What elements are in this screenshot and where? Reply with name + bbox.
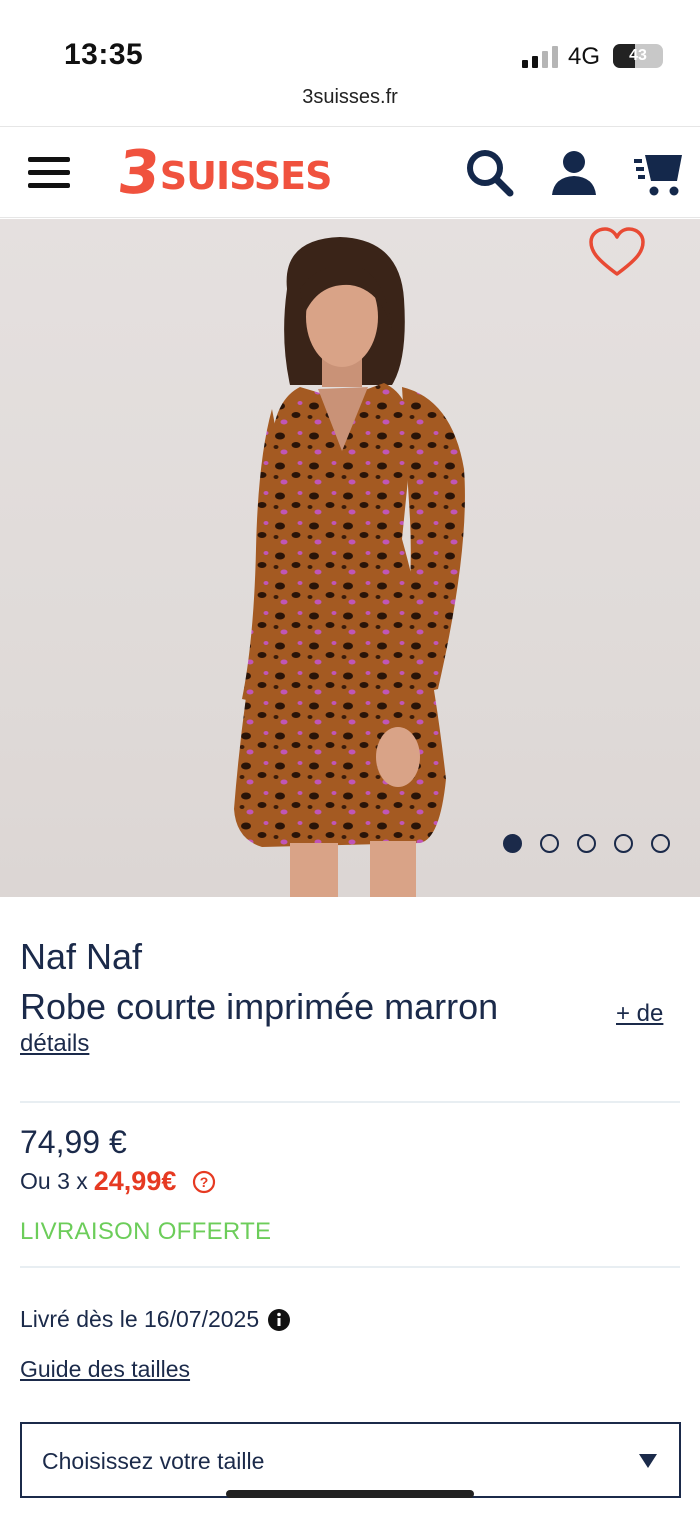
product-brand[interactable]: Naf Naf [20,936,142,978]
size-guide-link[interactable]: Guide des tailles [20,1356,190,1383]
model-photo [234,237,465,897]
installment-offer: Ou 3 x 24,99€ ? [20,1166,216,1197]
product-title: Robe courte imprimée marron [20,986,499,1027]
installment-amount: 24,99€ [93,1166,177,1196]
home-indicator[interactable] [226,1490,474,1498]
divider [20,1101,680,1103]
more-details-link[interactable]: + de [616,1000,663,1028]
chevron-down-icon [639,1454,657,1468]
status-time: 13:35 [64,38,144,71]
carousel-dot[interactable] [614,834,633,853]
cart-icon[interactable] [632,147,684,199]
logo-word: SUISSES [159,154,333,198]
divider [20,1266,680,1268]
delivery-date: Livré dès le 16/07/2025 [20,1306,291,1333]
battery-icon: 43 [613,44,663,68]
heart-icon[interactable] [588,226,646,278]
product-image[interactable] [0,219,700,897]
size-select[interactable]: Choisissez votre taille [20,1422,681,1498]
site-header: 3 SUISSES [0,126,700,218]
network-type: 4G [568,43,601,70]
info-icon[interactable] [267,1308,291,1332]
search-icon[interactable] [464,147,516,199]
battery-level: 43 [629,47,647,64]
carousel-dot[interactable] [540,834,559,853]
installment-prefix: Ou 3 x [20,1168,88,1194]
site-logo[interactable]: 3 SUISSES [114,138,333,208]
size-select-placeholder: Choisissez votre taille [42,1448,265,1474]
status-bar: 13:35 4G 43 3suisses.fr [0,0,700,108]
svg-text:?: ? [200,1174,209,1190]
question-circle-icon[interactable]: ? [192,1170,216,1194]
logo-number: 3 [114,138,164,208]
carousel-dot[interactable] [651,834,670,853]
signal-strength-icon [522,44,562,68]
url-bar[interactable]: 3suisses.fr [0,86,700,109]
more-details-link-continued[interactable]: détails [20,1030,89,1058]
menu-icon[interactable] [28,153,70,193]
free-delivery-label: LIVRAISON OFFERTE [20,1218,272,1245]
account-icon[interactable] [548,147,600,199]
delivery-date-text: Livré dès le 16/07/2025 [20,1306,260,1332]
carousel-dots [503,834,675,854]
product-price: 74,99 € [20,1124,127,1160]
carousel-dot[interactable] [503,834,522,853]
carousel-dot[interactable] [577,834,596,853]
